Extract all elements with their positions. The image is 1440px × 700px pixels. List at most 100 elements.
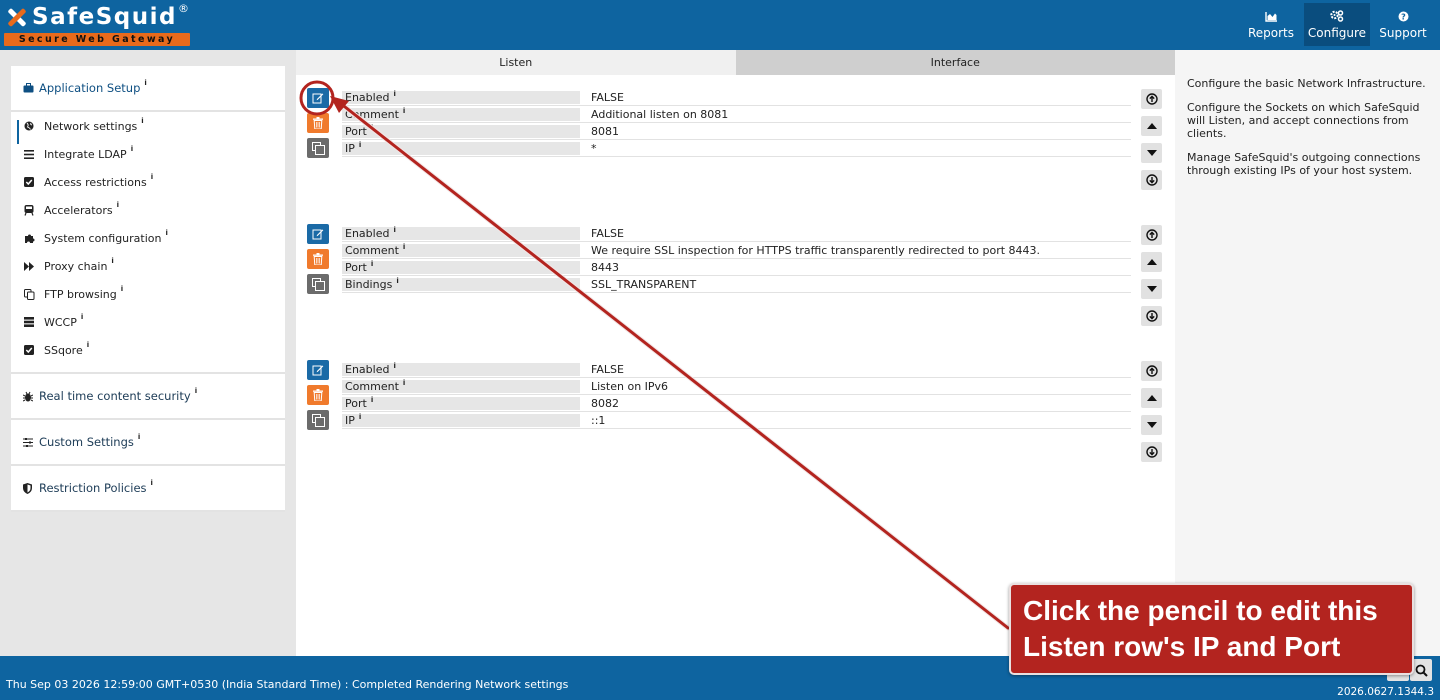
field-row[interactable]: IP i * (342, 140, 1131, 157)
move-bottom-button[interactable] (1141, 170, 1162, 190)
sidebar-head-restriction-policies[interactable]: Restriction Policies i (11, 466, 285, 510)
caret-up-icon (1146, 395, 1157, 401)
field-row[interactable]: Comment i We require SSL inspection for HT… (342, 242, 1131, 259)
server-icon (24, 317, 44, 327)
info-icon[interactable]: i (371, 260, 373, 268)
field-row[interactable]: Comment i Additional listen on 8081 (342, 106, 1131, 123)
info-icon[interactable]: i (117, 201, 119, 209)
info-icon[interactable]: i (151, 173, 153, 181)
info-icon[interactable]: i (111, 257, 113, 265)
move-up-button[interactable] (1141, 388, 1162, 408)
info-icon[interactable]: i (371, 124, 373, 132)
field-row[interactable]: IP i::1 (342, 412, 1131, 429)
pencil-icon (312, 229, 324, 240)
duplicate-button[interactable] (307, 138, 329, 158)
caret-down-icon (1146, 286, 1157, 292)
field-row[interactable]: Port i 8443 (342, 259, 1131, 276)
tab-interface[interactable]: Interface (735, 50, 1175, 75)
info-icon[interactable]: i (393, 362, 395, 370)
info-icon[interactable]: i (403, 107, 405, 115)
info-icon[interactable]: i (131, 145, 133, 153)
sidebar-head-application-setup[interactable]: Application Setup i (11, 66, 285, 110)
move-top-button[interactable] (1141, 89, 1162, 109)
info-icon[interactable]: i (359, 413, 361, 421)
move-down-button[interactable] (1141, 279, 1162, 299)
search-icon (1415, 664, 1428, 677)
copy-icon (311, 141, 325, 155)
field-row[interactable]: Port i 8081 (342, 123, 1131, 140)
top-nav: Reports Configure ? Support (1238, 3, 1436, 46)
duplicate-button[interactable] (307, 410, 329, 430)
safesquid-logo[interactable]: SafeSquid ® Secure Web Gateway (4, 2, 190, 47)
version-label: 2026.0627.1344.3 (1337, 686, 1434, 698)
field-row[interactable]: Bindings i SSL_TRANSPARENT (342, 276, 1131, 293)
sidebar-item-ftp-browsing[interactable]: FTP browsing i (11, 280, 285, 308)
info-icon[interactable]: i (121, 285, 123, 293)
tab-listen[interactable]: Listen (296, 50, 736, 75)
trash-icon (313, 389, 323, 401)
info-icon[interactable]: i (371, 396, 373, 404)
sidebar-item-ssqore[interactable]: SSqore i (11, 336, 285, 364)
duplicate-button[interactable] (307, 274, 329, 294)
field-row[interactable]: Comment i Listen on IPv6 (342, 378, 1131, 395)
listen-entry: Enabled i FALSE Comment i Additional listen … (296, 75, 1175, 195)
sidebar-section-restriction-policies: Restriction Policies i (11, 466, 285, 512)
field-row[interactable]: Enabled i FALSE (342, 225, 1131, 242)
info-icon[interactable]: i (403, 379, 405, 387)
sidebar-head-real-time-content-security[interactable]: Real time content security i (11, 374, 285, 418)
info-icon[interactable]: i (359, 141, 361, 149)
area-chart-icon (1264, 10, 1278, 23)
nav-configure[interactable]: Configure (1304, 3, 1370, 46)
info-icon[interactable]: i (396, 277, 398, 285)
field-row[interactable]: Enabled i FALSE (342, 89, 1131, 106)
info-icon[interactable]: i (403, 243, 405, 251)
move-bottom-button[interactable] (1141, 442, 1162, 462)
circle-arrow-down-icon (1145, 174, 1158, 186)
delete-button[interactable] (307, 249, 329, 269)
move-down-button[interactable] (1141, 415, 1162, 435)
copy-icon (311, 413, 325, 427)
sidebar-item-system-configuration[interactable]: System configuration i (11, 224, 285, 252)
info-icon[interactable]: i (138, 433, 140, 441)
info-icon[interactable]: i (393, 226, 395, 234)
nav-support[interactable]: ? Support (1370, 3, 1436, 46)
info-icon[interactable]: i (151, 479, 153, 487)
sidebar-item-proxy-chain[interactable]: Proxy chain i (11, 252, 285, 280)
move-bottom-button[interactable] (1141, 306, 1162, 326)
info-icon[interactable]: i (195, 387, 197, 395)
sidebar-head-custom-settings[interactable]: Custom Settings i (11, 420, 285, 464)
sidebar-item-wccp[interactable]: WCCP i (11, 308, 285, 336)
move-up-button[interactable] (1141, 116, 1162, 136)
info-icon[interactable]: i (165, 229, 167, 237)
move-down-button[interactable] (1141, 143, 1162, 163)
sidebar-item-integrate-ldap[interactable]: Integrate LDAP i (11, 140, 285, 168)
field-row[interactable]: Port i 8082 (342, 395, 1131, 412)
edit-button[interactable] (307, 88, 329, 108)
check-square-icon (24, 177, 44, 187)
sidebar-item-access-restrictions[interactable]: Access restrictions i (11, 168, 285, 196)
sidebar-section-application-setup: Application Setup i (11, 66, 285, 112)
edit-button[interactable] (307, 224, 329, 244)
info-icon[interactable]: i (81, 313, 83, 321)
nav-reports[interactable]: Reports (1238, 3, 1304, 46)
info-icon[interactable]: i (144, 79, 146, 87)
move-top-button[interactable] (1141, 361, 1162, 381)
info-icon[interactable]: i (141, 117, 143, 125)
field-row[interactable]: Enabled i FALSE (342, 361, 1131, 378)
sidebar-item-network-settings[interactable]: Network settings i (11, 112, 285, 140)
edit-button[interactable] (307, 360, 329, 380)
shield-icon (23, 482, 39, 494)
delete-button[interactable] (307, 113, 329, 133)
move-up-button[interactable] (1141, 252, 1162, 272)
delete-button[interactable] (307, 385, 329, 405)
check-square-icon (24, 345, 44, 355)
bug-icon (23, 391, 39, 402)
trash-icon (313, 117, 323, 129)
info-icon[interactable]: i (87, 341, 89, 349)
move-top-button[interactable] (1141, 225, 1162, 245)
listen-entry: Enabled i FALSE Comment i Listen on IPv6 Por… (296, 347, 1175, 467)
trash-icon (313, 253, 323, 265)
info-icon[interactable]: i (393, 90, 395, 98)
copy-icon (24, 288, 44, 300)
sidebar-item-accelerators[interactable]: Accelerators i (11, 196, 285, 224)
